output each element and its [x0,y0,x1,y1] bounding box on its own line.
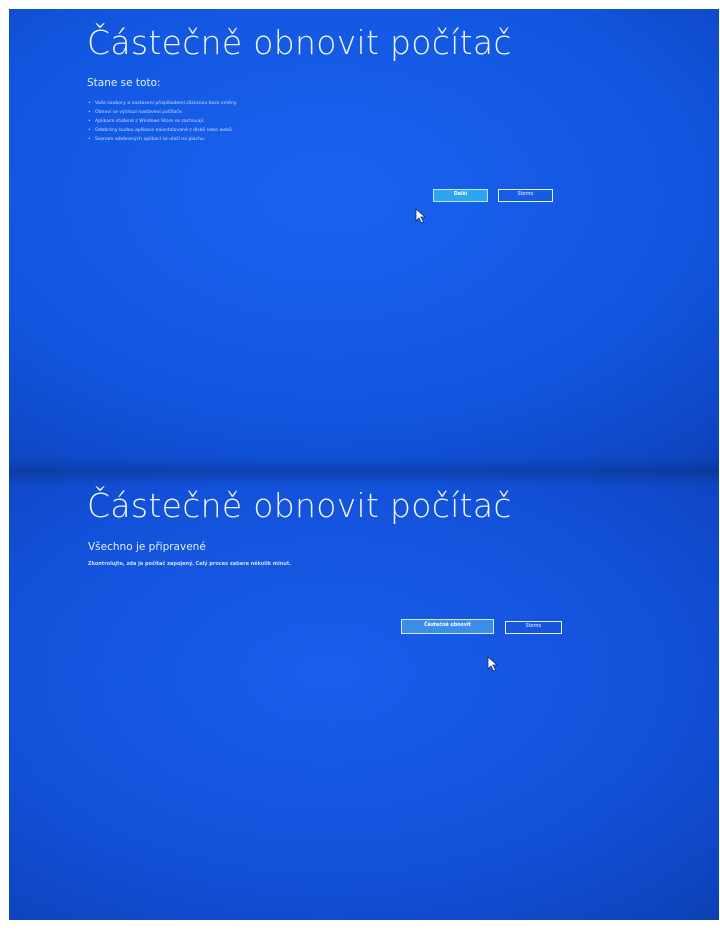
list-item: • Obnoví se výchozí nastavení počítače. [88,109,184,115]
section-heading: Všechno je připravené [88,541,206,553]
page-title: Částečně obnovit počítač [87,23,512,62]
cancel-button[interactable]: Storno [498,189,553,202]
section-heading: Stane se toto: [87,77,161,89]
list-item: • Seznam odebraných aplikací se uloží na … [88,136,206,142]
mouse-cursor-icon [487,656,499,672]
list-item: • Aplikace stažené z Windows Store se zac… [88,118,205,124]
page-title: Částečně obnovit počítač [87,486,512,525]
refresh-pc-screen-details: Částečně obnovit počítač Stane se toto: … [9,9,719,472]
cancel-button[interactable]: Storno [505,621,562,634]
ready-message: Zkontrolujte, zda je počítač zapojený. C… [88,561,292,567]
list-item: • Vaše soubory a nastavení přizpůsobení z… [88,101,238,106]
refresh-button[interactable]: Částečně obnovit [401,619,494,634]
refresh-pc-screen-ready: Částečně obnovit počítač Všechno je přip… [9,472,719,920]
list-item: • Odebrány budou aplikace nainstalované z… [88,127,234,133]
changes-list: • Vaše soubory a nastavení přizpůsobení z… [88,100,237,145]
next-button[interactable]: Další [433,189,488,202]
mouse-cursor-icon [415,208,427,224]
